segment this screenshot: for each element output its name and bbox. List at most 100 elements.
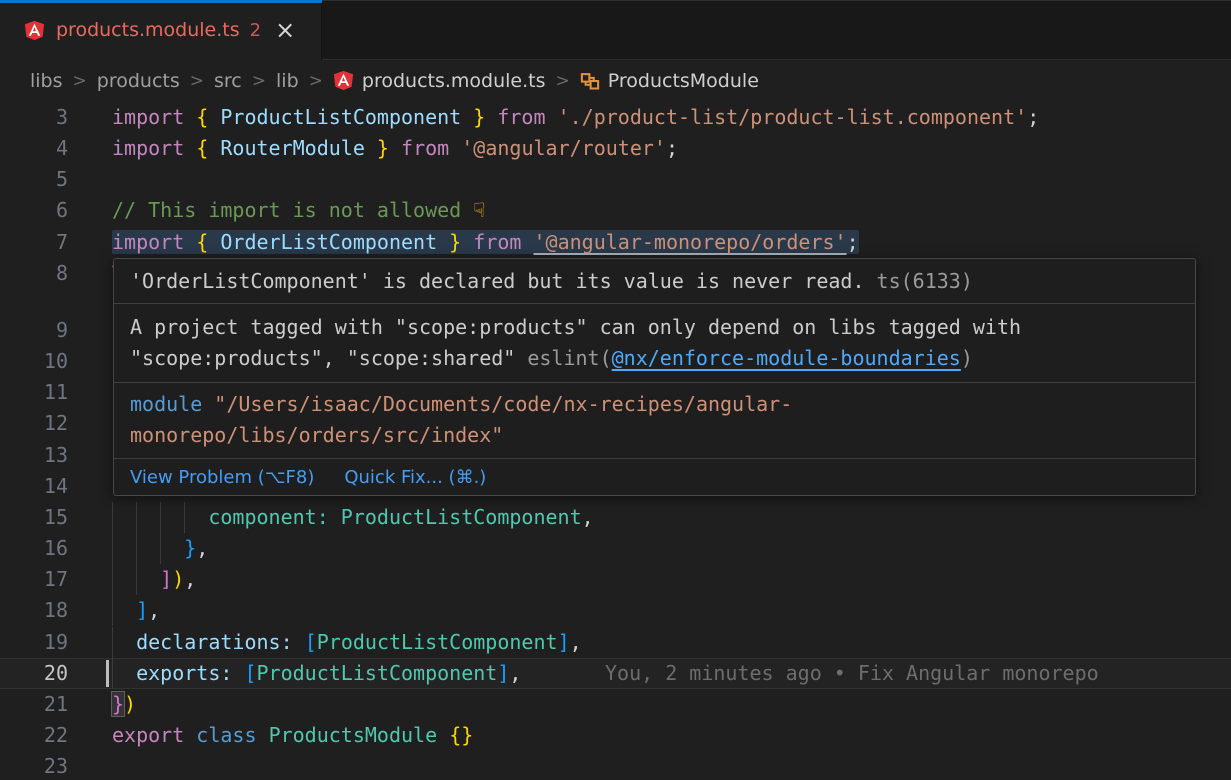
code-line-4: 4 import { RouterModule } from '@angular/… [0, 133, 1231, 164]
token: {} [449, 723, 473, 747]
word-highlight: import { OrderListComponent } from '@ang… [112, 230, 859, 254]
line-number[interactable]: 16 [0, 533, 68, 564]
tab-products-module[interactable]: products.module.ts 2 × [0, 0, 322, 60]
token: [ [244, 661, 256, 685]
token: from [461, 230, 521, 254]
code-text[interactable]: // This import is not allowed ☟ [112, 195, 485, 226]
code-text[interactable]: }) [112, 689, 136, 720]
code-text[interactable]: import { RouterModule } from '@angular/r… [112, 133, 678, 164]
line-number[interactable]: 8 [0, 258, 68, 289]
code-text[interactable]: exports: [ProductListComponent], [112, 658, 521, 689]
line-number[interactable]: 4 [0, 133, 68, 164]
line-number[interactable]: 20 [0, 658, 68, 689]
line-number[interactable]: 5 [0, 164, 68, 195]
text-cursor [106, 660, 109, 687]
code-line-21: 21}) [0, 689, 1231, 720]
breadcrumb-item-productsmodule[interactable]: ProductsModule [580, 70, 759, 92]
line-number[interactable]: 18 [0, 595, 68, 626]
hover-text-line: 'OrderListComponent' is declared but its… [130, 266, 1179, 297]
close-icon[interactable]: × [275, 20, 295, 40]
token: export [112, 723, 196, 747]
line-number[interactable]: 10 [0, 346, 68, 377]
breadcrumb-item-products[interactable]: products [97, 70, 180, 92]
line-number[interactable]: 6 [0, 195, 68, 226]
code-text[interactable]: }, [112, 533, 208, 564]
breadcrumb-label: libs [30, 70, 63, 92]
git-blame-annotation: You, 2 minutes ago • Fix Angular monorep… [605, 658, 1099, 689]
breadcrumb-item-lib[interactable]: lib [276, 70, 299, 92]
token: { [196, 230, 220, 254]
hover-token: module [130, 392, 214, 416]
line-number[interactable]: 15 [0, 502, 68, 533]
line-number[interactable]: 13 [0, 440, 68, 471]
token: exports: [136, 661, 232, 685]
hover-section-0: 'OrderListComponent' is declared but its… [114, 259, 1195, 303]
token: // This import is not allowed [112, 198, 473, 222]
diagnostic-hover-popup: 'OrderListComponent' is declared but its… [113, 258, 1196, 496]
token: ] [497, 661, 509, 685]
line-number[interactable]: 17 [0, 564, 68, 595]
hover-actions: View Problem (⌥F8) Quick Fix... (⌘.) [114, 458, 1195, 495]
view-problem-action[interactable]: View Problem (⌥F8) [130, 467, 314, 488]
code-text[interactable]: export class ProductsModule {} [112, 720, 473, 751]
class-icon [580, 71, 600, 91]
code-line-6: 6 // This import is not allowed ☟ [0, 195, 1231, 226]
code-line-7: 7 import { OrderListComponent } from '@an… [0, 227, 1231, 258]
token: ; [847, 230, 859, 254]
code-line-23: 23 [0, 751, 1231, 780]
token: , [509, 661, 521, 685]
line-number[interactable]: 7 [0, 227, 68, 258]
token: from [485, 105, 545, 129]
code-line-15: 15 component: ProductListComponent, [0, 502, 1231, 533]
line-number[interactable]: 22 [0, 720, 68, 751]
tab-modified-badge: 2 [250, 20, 261, 41]
hover-token: ts(6133) [865, 269, 973, 293]
code-text[interactable]: declarations: [ProductListComponent], [112, 627, 582, 658]
breadcrumb-separator: > [190, 71, 204, 91]
token: ] [558, 630, 570, 654]
code-text[interactable]: import { ProductListComponent } from './… [112, 102, 1039, 133]
line-number[interactable]: 12 [0, 408, 68, 439]
token: ] [136, 598, 148, 622]
angular-icon [24, 20, 45, 41]
token [112, 567, 160, 591]
active-tab-accent-bar [0, 0, 322, 3]
token: } [365, 136, 389, 160]
line-number[interactable]: 19 [0, 627, 68, 658]
code-text[interactable]: ], [112, 595, 160, 626]
token: class [196, 723, 256, 747]
breadcrumb-item-libs[interactable]: libs [30, 70, 63, 92]
token [257, 723, 269, 747]
line-number[interactable]: 11 [0, 377, 68, 408]
breadcrumb-separator: > [252, 71, 266, 91]
token: } [461, 105, 485, 129]
line-number[interactable]: 14 [0, 471, 68, 502]
code-line-3: 3 import { ProductListComponent } from '.… [0, 102, 1231, 133]
hover-text-line: "scope:products", "scope:shared" eslint(… [130, 343, 1179, 374]
line-number[interactable]: 9 [0, 315, 68, 346]
breadcrumb-item-products.module.ts[interactable]: products.module.ts [333, 70, 546, 92]
breadcrumb-item-src[interactable]: src [214, 70, 242, 92]
rule-link[interactable]: @nx/enforce-module-boundaries [612, 346, 961, 370]
breadcrumb-label: ProductsModule [608, 70, 759, 92]
token [449, 136, 461, 160]
hover-token: "scope:products", "scope:shared" [130, 346, 515, 370]
token [112, 661, 136, 685]
line-number[interactable]: 23 [0, 751, 68, 780]
code-text[interactable]: import { OrderListComponent } from '@ang… [112, 227, 859, 258]
hover-token: monorepo/libs/orders/src/index" [130, 423, 503, 447]
code-line-22: 22 export class ProductsModule {} [0, 720, 1231, 751]
token: } [184, 536, 196, 560]
quick-fix-action[interactable]: Quick Fix... (⌘.) [344, 467, 486, 488]
token: '@angular-monorepo/orders' [534, 230, 847, 254]
token [232, 661, 244, 685]
code-text[interactable]: component: ProductListComponent, [112, 502, 594, 533]
code-text[interactable]: ]), [112, 564, 196, 595]
breadcrumb-label: products [97, 70, 180, 92]
token: , [148, 598, 160, 622]
line-number[interactable]: 21 [0, 689, 68, 720]
token: ; [1027, 105, 1039, 129]
hover-token: ) [961, 346, 973, 370]
line-number[interactable]: 3 [0, 102, 68, 133]
token: ProductsModule [269, 723, 438, 747]
